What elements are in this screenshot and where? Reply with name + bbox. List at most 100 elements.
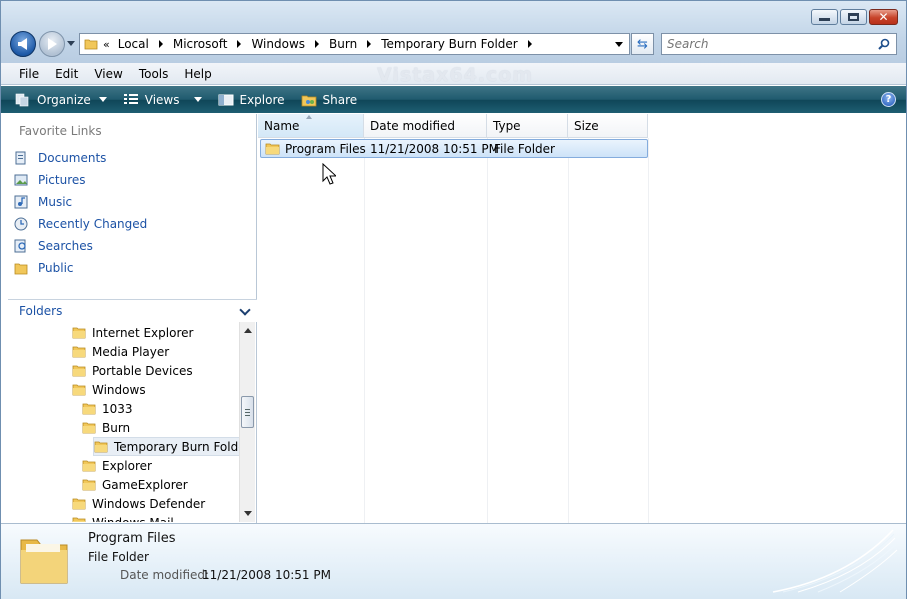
- breadcrumb-separator-icon[interactable]: [158, 40, 163, 48]
- tree-item[interactable]: Temporary Burn Folder: [93, 437, 239, 456]
- folder-icon: [14, 263, 28, 275]
- breadcrumb-item[interactable]: Temporary Burn Folder: [379, 37, 520, 51]
- close-button[interactable]: ✕: [869, 9, 898, 25]
- tree-item-label: Explorer: [102, 458, 152, 473]
- tree-item-label: Portable Devices: [92, 363, 193, 378]
- tree-item[interactable]: GameExplorer: [82, 475, 188, 494]
- favorite-link-public[interactable]: Public: [14, 257, 244, 279]
- documents-icon: [15, 151, 26, 165]
- favorite-link-label: Music: [38, 195, 73, 209]
- refresh-button[interactable]: ⇆: [631, 33, 654, 55]
- search-box[interactable]: [661, 33, 897, 55]
- tree-item[interactable]: Explorer: [82, 456, 152, 475]
- favorite-link-documents[interactable]: Documents: [14, 147, 244, 169]
- address-dropdown-icon[interactable]: [615, 42, 623, 47]
- command-bar: Organize Views Explore Share ?: [1, 86, 906, 113]
- breadcrumb-item[interactable]: Local: [116, 37, 151, 51]
- column-header-label: Date modified: [370, 118, 456, 133]
- maximize-button[interactable]: [840, 9, 867, 25]
- favorite-link-label: Public: [38, 261, 74, 275]
- favorite-link-recently-changed[interactable]: Recently Changed: [14, 213, 244, 235]
- menu-tools[interactable]: Tools: [131, 67, 177, 81]
- column-header-label: Name: [264, 118, 300, 133]
- breadcrumb-separator-icon[interactable]: [367, 40, 372, 48]
- maximize-icon: [848, 13, 859, 21]
- folders-title: Folders: [19, 304, 63, 318]
- share-icon: [301, 95, 316, 106]
- column-header-type[interactable]: Type: [487, 114, 568, 138]
- file-date: 11/21/2008 10:51 PM: [370, 142, 499, 156]
- organize-icon: [15, 93, 29, 106]
- help-icon: ?: [885, 94, 892, 105]
- organize-button[interactable]: Organize: [15, 93, 107, 107]
- menu-edit[interactable]: Edit: [47, 67, 86, 81]
- file-row[interactable]: Program Files 11/21/2008 10:51 PM File F…: [260, 139, 648, 158]
- overflow-chevron[interactable]: «: [103, 38, 110, 51]
- breadcrumb-separator-icon[interactable]: [237, 40, 242, 48]
- breadcrumb-item[interactable]: Burn: [327, 37, 359, 51]
- favorite-link-label: Recently Changed: [38, 217, 148, 231]
- folders-header[interactable]: Folders: [8, 299, 257, 322]
- menu-view[interactable]: View: [86, 67, 130, 81]
- breadcrumb-item[interactable]: Microsoft: [171, 37, 230, 51]
- share-button[interactable]: Share: [301, 92, 358, 107]
- pictures-icon: [14, 174, 28, 186]
- explore-button[interactable]: Explore: [218, 93, 285, 107]
- favorite-link-music[interactable]: Music: [14, 191, 244, 213]
- folder-tree-scrollbar[interactable]: [239, 322, 255, 522]
- favorite-link-label: Pictures: [38, 173, 86, 187]
- forward-button[interactable]: [39, 31, 65, 57]
- mouse-pointer-icon: [322, 163, 336, 185]
- favorite-links-heading: Favorite Links: [19, 124, 102, 138]
- organize-label: Organize: [37, 92, 91, 107]
- breadcrumb-separator-icon[interactable]: [527, 40, 532, 48]
- grip-icon: [245, 409, 250, 416]
- scroll-down-icon[interactable]: [244, 511, 252, 516]
- tree-item[interactable]: Burn: [82, 418, 130, 437]
- recently-changed-icon: [14, 217, 28, 231]
- views-button[interactable]: Views: [123, 93, 202, 107]
- minimize-button[interactable]: [811, 9, 838, 25]
- back-button[interactable]: [10, 31, 36, 57]
- tree-item[interactable]: Media Player: [72, 342, 169, 361]
- favorite-link-label: Documents: [38, 151, 107, 165]
- breadcrumb-separator-icon[interactable]: [315, 40, 320, 48]
- share-label: Share: [322, 92, 358, 107]
- file-list-pane: Name Date modified Type Size Program Fil…: [258, 114, 906, 523]
- menu-help[interactable]: Help: [176, 67, 219, 81]
- forward-arrow-icon: [47, 38, 57, 50]
- column-header-name[interactable]: Name: [258, 114, 364, 138]
- tree-item[interactable]: Portable Devices: [72, 361, 193, 380]
- breadcrumb-item[interactable]: Windows: [249, 37, 307, 51]
- explore-label: Explore: [239, 92, 285, 107]
- folder-icon: [265, 143, 280, 155]
- refresh-icon: ⇆: [637, 36, 648, 52]
- favorite-link-searches[interactable]: Searches: [14, 235, 244, 257]
- sort-ascending-icon: [306, 115, 312, 119]
- tree-item[interactable]: Windows: [72, 380, 146, 399]
- chevron-down-icon: [193, 97, 202, 102]
- recent-pages-dropdown[interactable]: [67, 41, 75, 46]
- column-header-size[interactable]: Size: [568, 114, 648, 138]
- menu-file[interactable]: File: [11, 67, 47, 81]
- column-header-label: Type: [493, 118, 521, 133]
- search-input[interactable]: [667, 37, 867, 51]
- tree-item[interactable]: Internet Explorer: [72, 323, 193, 342]
- views-label: Views: [144, 92, 180, 107]
- back-arrow-icon: [17, 38, 27, 50]
- favorite-link-pictures[interactable]: Pictures: [14, 169, 244, 191]
- column-header-date-modified[interactable]: Date modified: [364, 114, 487, 138]
- address-bar[interactable]: « Local Microsoft Windows Burn Temporary Bur…: [79, 33, 630, 55]
- tree-item[interactable]: Windows Mail: [72, 513, 174, 522]
- decorative-swoosh: [772, 529, 898, 593]
- chevron-down-icon[interactable]: [239, 304, 251, 316]
- scroll-up-icon[interactable]: [244, 328, 252, 333]
- explorer-window: ✕ « Local Microsoft Windows Burn Temporary B…: [0, 0, 907, 599]
- search-icon[interactable]: [878, 38, 890, 50]
- help-button[interactable]: ?: [881, 92, 896, 107]
- scroll-thumb[interactable]: [241, 396, 254, 428]
- title-bar: ✕ « Local Microsoft Windows Burn Temporary B…: [1, 1, 906, 63]
- tree-item[interactable]: 1033: [82, 399, 133, 418]
- details-pane: Program Files File Folder Date modified:…: [1, 523, 906, 599]
- tree-item[interactable]: Windows Defender: [72, 494, 205, 513]
